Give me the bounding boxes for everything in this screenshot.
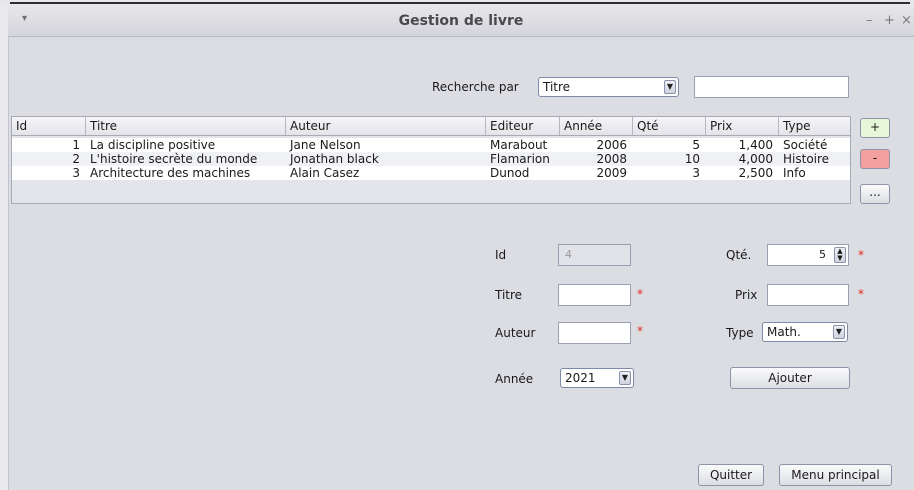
cell-type: Société	[783, 138, 828, 152]
column-header-editeur[interactable]: Editeur	[486, 117, 560, 135]
column-header-prix[interactable]: Prix	[706, 117, 779, 135]
cell-annee: 2006	[596, 138, 627, 152]
minimize-icon[interactable]: –	[866, 13, 873, 28]
id-field-value: 4	[565, 248, 572, 261]
delete-button[interactable]: -	[860, 149, 890, 169]
annee-select[interactable]: 2021 ▼	[560, 368, 634, 388]
column-header-titre[interactable]: Titre	[86, 117, 286, 135]
chevron-down-icon: ▼	[833, 325, 845, 339]
required-marker: *	[637, 287, 643, 301]
left-edge	[0, 6, 9, 490]
type-select-value: Math.	[767, 325, 801, 339]
table-row[interactable]: 2 L'histoire secrète du monde Jonathan b…	[12, 152, 850, 166]
chevron-down-icon: ▼	[664, 80, 676, 94]
cell-type: Info	[783, 166, 806, 180]
qte-spinner[interactable]: 5 ▲ ▼	[767, 244, 849, 266]
column-header-annee[interactable]: Année	[560, 117, 633, 135]
type-select[interactable]: Math. ▼	[762, 322, 848, 342]
auteur-field[interactable]	[558, 322, 631, 344]
top-divider	[10, 2, 910, 4]
cell-auteur: Jane Nelson	[290, 138, 361, 152]
maximize-icon[interactable]: +	[884, 13, 895, 28]
close-icon[interactable]: ×	[901, 13, 912, 28]
more-button[interactable]: ...	[860, 184, 890, 204]
titre-field[interactable]	[558, 284, 631, 306]
cell-auteur: Jonathan black	[290, 152, 379, 166]
application-window: ▾ Gestion de livre – + × Recherche par T…	[0, 0, 914, 490]
annee-select-value: 2021	[565, 371, 596, 385]
cell-editeur: Marabout	[490, 138, 548, 152]
cell-qte: 5	[692, 138, 700, 152]
auteur-label: Auteur	[495, 326, 536, 340]
cell-titre: L'histoire secrète du monde	[90, 152, 258, 166]
required-marker: *	[858, 287, 864, 301]
id-label: Id	[495, 248, 507, 262]
search-input[interactable]	[694, 76, 849, 98]
search-criteria-value: Titre	[543, 80, 571, 94]
cell-type: Histoire	[783, 152, 830, 166]
column-header-qte[interactable]: Qté	[633, 117, 706, 135]
spinner-arrows-icon[interactable]: ▲ ▼	[834, 247, 846, 263]
quit-button[interactable]: Quitter	[698, 464, 764, 486]
column-header-auteur[interactable]: Auteur	[286, 117, 486, 135]
main-menu-button[interactable]: Menu principal	[779, 464, 892, 486]
cell-annee: 2008	[596, 152, 627, 166]
ajouter-button[interactable]: Ajouter	[730, 367, 850, 389]
cell-prix: 1,400	[738, 138, 773, 152]
cell-id: 1	[72, 138, 80, 152]
table-row[interactable]: 1 La discipline positive Jane Nelson Mar…	[12, 138, 850, 152]
prix-field[interactable]	[767, 284, 849, 306]
cell-editeur: Flamarion	[490, 152, 550, 166]
qte-spinner-value: 5	[819, 248, 826, 261]
column-header-id[interactable]: Id	[12, 117, 86, 135]
cell-qte: 3	[692, 166, 700, 180]
search-criteria-select[interactable]: Titre ▼	[538, 77, 679, 97]
column-header-type[interactable]: Type	[779, 117, 850, 135]
cell-auteur: Alain Casez	[290, 166, 360, 180]
cell-titre: La discipline positive	[90, 138, 216, 152]
cell-id: 2	[72, 152, 80, 166]
required-marker: *	[858, 248, 864, 262]
type-label: Type	[726, 326, 754, 340]
cell-annee: 2009	[596, 166, 627, 180]
search-label: Recherche par	[432, 80, 519, 94]
cell-titre: Architecture des machines	[90, 166, 251, 180]
table-row[interactable]: 3 Architecture des machines Alain Casez …	[12, 166, 850, 180]
window-title: Gestion de livre	[398, 13, 524, 29]
add-button[interactable]: +	[860, 118, 890, 138]
id-field: 4	[558, 244, 631, 266]
table-header: Id Titre Auteur Editeur Année Qté Prix T…	[12, 117, 850, 136]
annee-label: Année	[495, 372, 534, 386]
books-table[interactable]: Id Titre Auteur Editeur Année Qté Prix T…	[11, 116, 851, 204]
title-bar[interactable]: ▾ Gestion de livre – + ×	[8, 6, 914, 37]
qte-label: Qté.	[726, 248, 752, 262]
prix-label: Prix	[735, 288, 758, 302]
required-marker: *	[637, 324, 643, 338]
cell-qte: 10	[684, 152, 700, 166]
cell-prix: 4,000	[738, 152, 773, 166]
cell-editeur: Dunod	[490, 166, 530, 180]
cell-id: 3	[72, 166, 80, 180]
chevron-down-icon: ▼	[619, 371, 631, 385]
titre-label: Titre	[495, 288, 523, 302]
cell-prix: 2,500	[738, 166, 773, 180]
